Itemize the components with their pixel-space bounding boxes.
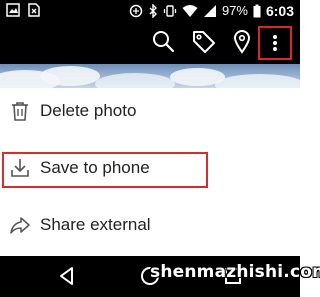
menu-item-delete-photo[interactable]: Delete photo: [0, 88, 300, 134]
status-bar: 97% 6:03: [0, 0, 300, 22]
highlight-box: [2, 152, 208, 188]
more-options-button[interactable]: [258, 26, 292, 60]
menu-item-label: Share external: [40, 215, 151, 234]
search-icon[interactable]: [150, 28, 176, 54]
signal-icon: [203, 5, 216, 17]
menu-item-share-external[interactable]: Share external: [0, 202, 300, 248]
tag-icon[interactable]: [191, 28, 217, 54]
photo-preview: [0, 64, 300, 88]
share-arrow-icon: [10, 217, 30, 234]
battery-icon: [253, 4, 261, 18]
action-bar: [0, 22, 300, 64]
data-saver-icon: [129, 4, 143, 18]
location-pin-icon[interactable]: [229, 28, 255, 54]
clock: 6:03: [265, 3, 294, 19]
sim-card-icon: [28, 3, 40, 17]
back-icon[interactable]: [56, 265, 78, 287]
trash-icon: [12, 102, 28, 121]
watermark: shenmazhishi.com: [150, 262, 320, 282]
bluetooth-icon: [149, 4, 157, 18]
vibrate-icon: [163, 5, 177, 17]
image-icon: [6, 3, 20, 17]
menu-item-label: Delete photo: [40, 101, 137, 120]
battery-percent: 97%: [221, 3, 248, 18]
wifi-icon: [182, 5, 198, 17]
